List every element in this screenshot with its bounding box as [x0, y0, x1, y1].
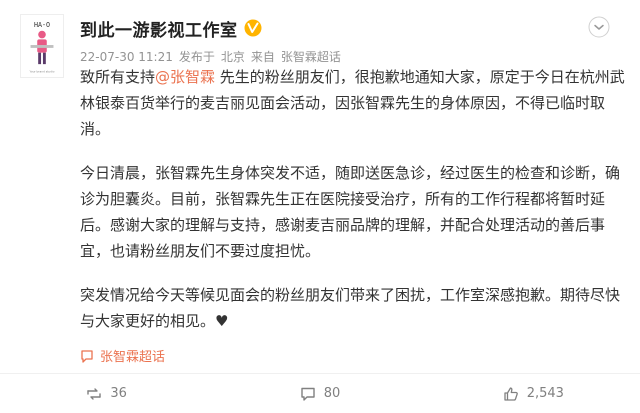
- repost-count: 36: [110, 386, 127, 401]
- action-bar: 36 80 2,543: [0, 374, 640, 413]
- like-icon: [504, 386, 518, 401]
- comment-count: 80: [323, 386, 341, 401]
- topic-link[interactable]: 张智霖超话: [80, 346, 165, 365]
- avatar[interactable]: HA-O Your brand studio: [20, 14, 64, 78]
- paragraph-2: 今日清晨，张智霖先生身体突发不适，随即送医急诊，经过医生的检查和诊断，确诊为胆囊…: [80, 164, 621, 260]
- comment-button[interactable]: 80: [213, 374, 426, 413]
- paragraph-3: 突发情况给今天等候见面会的粉丝朋友们带来了困扰，工作室深感抱歉。期待尽快与大家更…: [80, 282, 628, 334]
- avatar-caption: HA-O: [34, 21, 50, 29]
- topic-icon: [81, 349, 93, 363]
- verified-badge-icon: [244, 19, 262, 37]
- like-button[interactable]: 2,543: [427, 374, 640, 413]
- paragraph-1-lead: 致所有支持: [80, 68, 156, 86]
- comment-icon: [301, 387, 315, 401]
- post-body: 致所有支持@张智霖 先生的粉丝朋友们，很抱歉地通知大家，原定于今日在杭州武林银泰…: [80, 64, 628, 352]
- weibo-post: HA-O Your brand studio 到此一游影视工作室 22-07-3…: [0, 0, 640, 413]
- avatar-image: HA-O Your brand studio: [29, 21, 54, 74]
- chevron-down-icon[interactable]: [588, 16, 610, 38]
- mention-link[interactable]: @张智霖: [155, 68, 215, 86]
- author-row: 到此一游影视工作室: [80, 14, 620, 42]
- topic-label: 张智霖超话: [100, 350, 166, 365]
- paragraph-1: 致所有支持@张智霖 先生的粉丝朋友们，很抱歉地通知大家，原定于今日在杭州武林银泰…: [80, 64, 628, 142]
- heart-emoji: ♥: [215, 312, 229, 330]
- avatar-subtitle: Your brand studio: [29, 70, 54, 74]
- like-count: 2,543: [526, 386, 564, 401]
- author-name[interactable]: 到此一游影视工作室: [80, 16, 238, 41]
- repost-icon: [87, 387, 102, 400]
- paragraph-3-text: 突发情况给今天等候见面会的粉丝朋友们带来了困扰，工作室深感抱歉。期待尽快与大家更…: [80, 286, 621, 330]
- post-header: 到此一游影视工作室 22-07-30 11:21 发布于 北京 来自 张智霖超话: [80, 14, 620, 66]
- repost-button[interactable]: 36: [0, 374, 213, 413]
